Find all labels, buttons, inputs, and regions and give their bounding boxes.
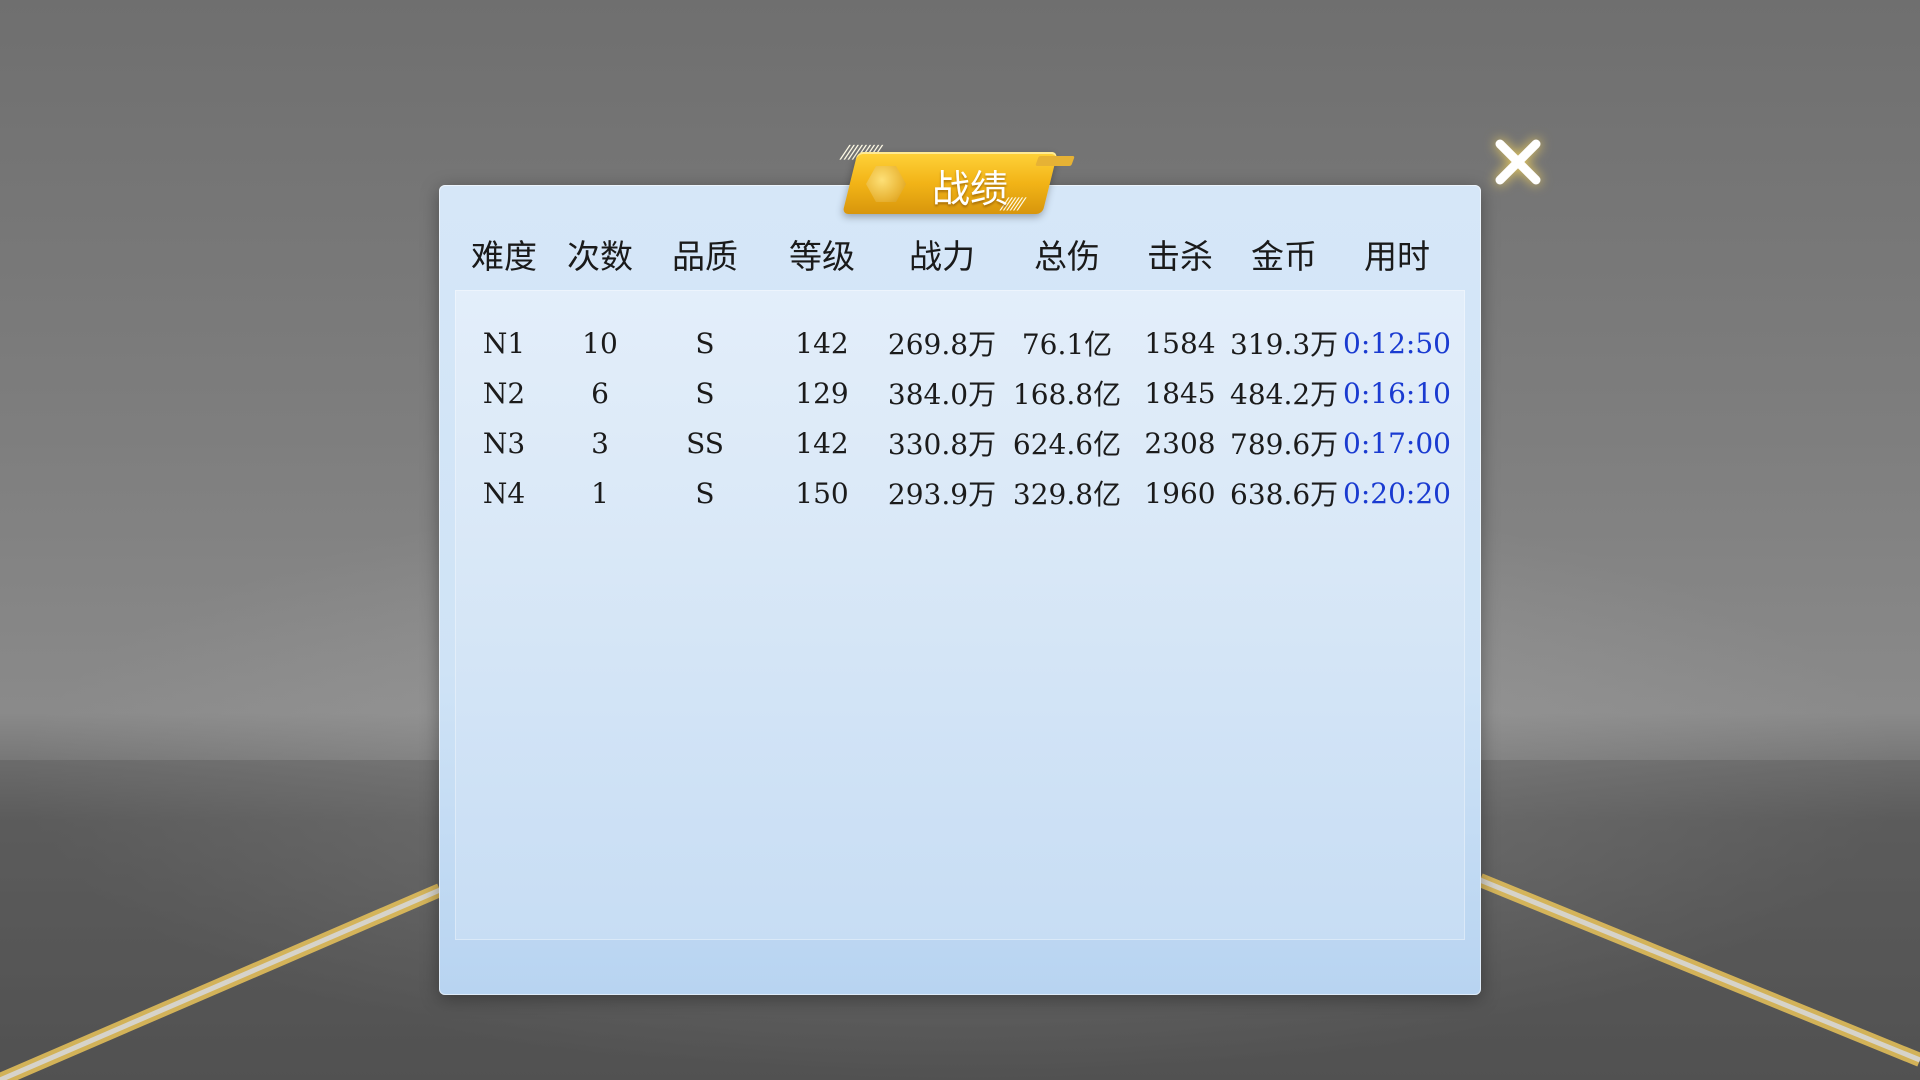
header-count: 次数 bbox=[567, 237, 633, 276]
table-row: N3 3 SS 142 330.8万 624.6亿 2308 789.6万 0:… bbox=[454, 418, 1464, 468]
cell-kills: 1960 bbox=[1144, 476, 1216, 510]
cell-power: 269.8万 bbox=[887, 328, 997, 361]
cell-difficulty: N4 bbox=[482, 476, 526, 510]
cell-kills: 2308 bbox=[1144, 426, 1216, 460]
header-total-damage: 总伤 bbox=[1034, 237, 1100, 276]
cell-time: 0:17:00 bbox=[1343, 426, 1451, 460]
header-gold: 金币 bbox=[1251, 237, 1317, 276]
header-time: 用时 bbox=[1364, 237, 1430, 276]
cell-total-damage: 329.8亿 bbox=[1012, 478, 1122, 511]
cell-gold: 638.6万 bbox=[1230, 478, 1339, 511]
cell-difficulty: N2 bbox=[482, 376, 526, 410]
cell-time: 0:12:50 bbox=[1343, 326, 1451, 360]
cell-quality: S bbox=[695, 326, 715, 360]
record-table: 难度 次数 品质 等级 战力 总伤 击杀 金币 用时 N1 10 S 142 2… bbox=[454, 228, 1464, 518]
cell-power: 293.9万 bbox=[887, 478, 997, 511]
header-difficulty: 难度 bbox=[471, 237, 537, 276]
table-row: N4 1 S 150 293.9万 329.8亿 1960 638.6万 0:2… bbox=[454, 468, 1464, 518]
cell-time: 0:16:10 bbox=[1343, 376, 1451, 410]
table-row: N2 6 S 129 384.0万 168.8亿 1845 484.2万 0:1… bbox=[454, 368, 1464, 418]
cell-difficulty: N3 bbox=[482, 426, 526, 460]
cell-total-damage: 76.1亿 bbox=[1021, 328, 1113, 361]
header-quality: 品质 bbox=[672, 237, 738, 276]
table-header: 难度 次数 品质 等级 战力 总伤 击杀 金币 用时 bbox=[454, 228, 1464, 280]
cell-kills: 1584 bbox=[1144, 326, 1216, 360]
panel-title: 战绩 bbox=[931, 167, 1008, 211]
cell-power: 384.0万 bbox=[887, 378, 997, 411]
close-icon bbox=[1495, 139, 1541, 185]
cell-kills: 1845 bbox=[1144, 376, 1216, 410]
cell-count: 1 bbox=[591, 476, 609, 510]
cell-level: 142 bbox=[795, 426, 849, 460]
cell-count: 10 bbox=[582, 326, 618, 360]
table-row: N1 10 S 142 269.8万 76.1亿 1584 319.3万 0:1… bbox=[454, 318, 1464, 368]
cell-difficulty: N1 bbox=[482, 326, 526, 360]
cell-quality: S bbox=[695, 476, 715, 510]
title-badge: ///////// ////// 战绩 bbox=[838, 140, 1082, 220]
cell-level: 142 bbox=[795, 326, 849, 360]
badge-wing-decoration bbox=[1035, 156, 1075, 166]
cell-power: 330.8万 bbox=[887, 428, 997, 461]
header-power: 战力 bbox=[909, 237, 975, 276]
header-level: 等级 bbox=[789, 237, 855, 276]
header-kills: 击杀 bbox=[1147, 237, 1213, 276]
cell-quality: SS bbox=[686, 426, 724, 460]
cell-gold: 789.6万 bbox=[1230, 428, 1339, 461]
cell-quality: S bbox=[695, 376, 715, 410]
cell-total-damage: 624.6亿 bbox=[1012, 428, 1122, 461]
cell-level: 129 bbox=[795, 376, 849, 410]
cell-gold: 319.3万 bbox=[1230, 328, 1339, 361]
close-button[interactable] bbox=[1488, 132, 1548, 192]
cell-time: 0:20:20 bbox=[1343, 476, 1451, 510]
cell-level: 150 bbox=[795, 476, 849, 510]
cell-gold: 484.2万 bbox=[1230, 378, 1339, 411]
cell-count: 3 bbox=[591, 426, 609, 460]
cell-total-damage: 168.8亿 bbox=[1012, 378, 1122, 411]
table-body: N1 10 S 142 269.8万 76.1亿 1584 319.3万 0:1… bbox=[454, 318, 1464, 518]
cell-count: 6 bbox=[591, 376, 609, 410]
